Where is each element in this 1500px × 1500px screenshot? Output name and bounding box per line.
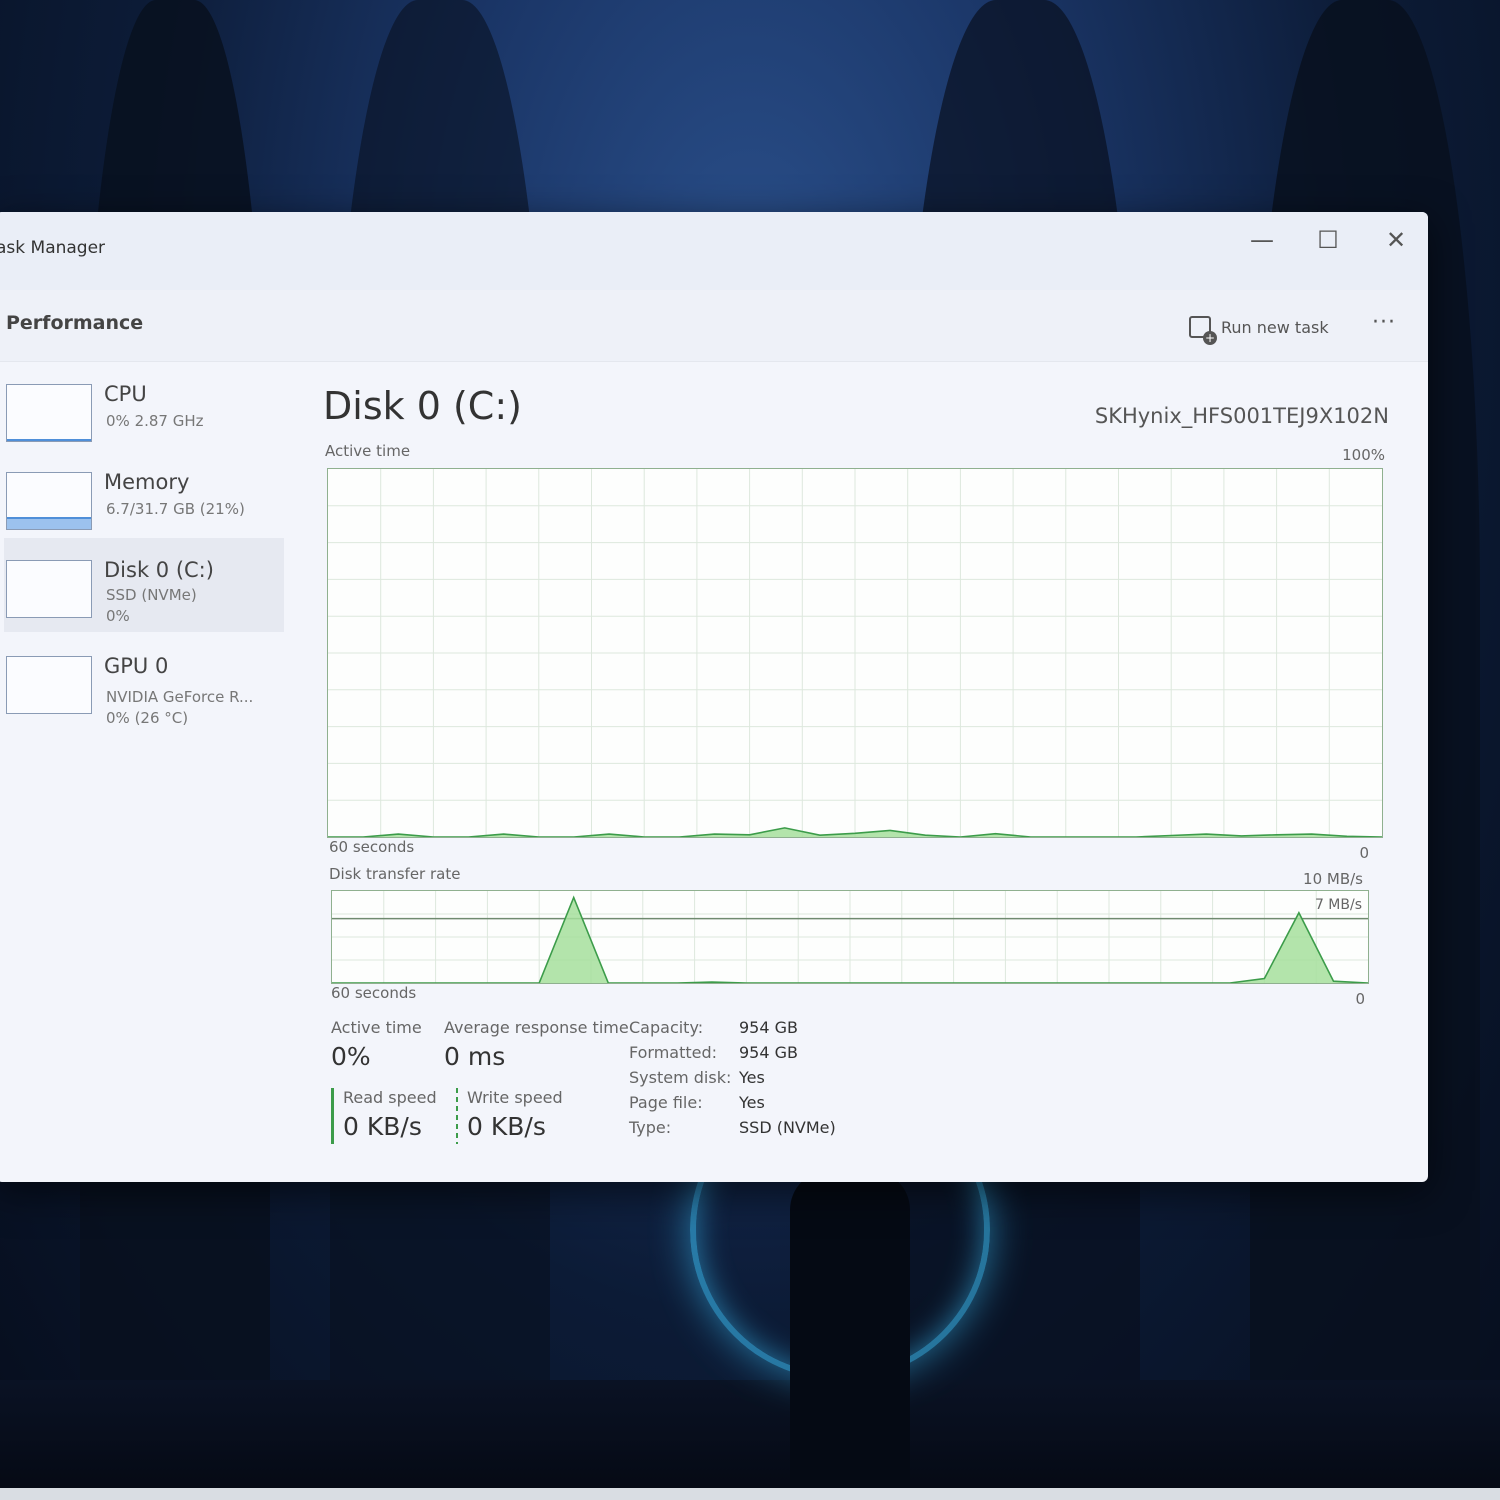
write-speed-label: Write speed xyxy=(467,1088,563,1107)
sidebar-item-name: GPU 0 xyxy=(104,654,169,678)
transfer-rate-chart: 7 MB/s xyxy=(331,890,1369,984)
transfer-rate-chart-max: 10 MB/s xyxy=(1303,870,1363,888)
active-time-graph xyxy=(328,469,1382,837)
sidebar-item-memory[interactable]: Memory 6.7/31.7 GB (21%) xyxy=(4,450,284,540)
property-key: Type: xyxy=(629,1118,672,1137)
window-title: ask Manager xyxy=(0,238,106,258)
sidebar-item-name: Disk 0 (C:) xyxy=(104,558,214,582)
property-row: Page file: Yes xyxy=(629,1093,836,1118)
maximize-button[interactable]: ☐ xyxy=(1310,226,1346,254)
close-button[interactable]: ✕ xyxy=(1378,226,1414,254)
property-value: 954 GB xyxy=(739,1043,798,1062)
taskbar-edge xyxy=(0,1488,1500,1500)
read-speed-value: 0 KB/s xyxy=(343,1112,422,1141)
response-time-value: 0 ms xyxy=(444,1042,506,1071)
wallpaper-figure xyxy=(790,1170,910,1500)
more-options-button[interactable]: ··· xyxy=(1372,310,1396,335)
read-speed-indicator xyxy=(331,1088,334,1144)
property-key: System disk: xyxy=(629,1068,732,1087)
disk-properties: Capacity: 954 GB Formatted: 954 GB System … xyxy=(629,1018,836,1143)
active-time-stat-value: 0% xyxy=(331,1042,371,1071)
active-time-chart-x-label: 60 seconds xyxy=(329,838,415,856)
property-key: Page file: xyxy=(629,1093,703,1112)
property-row: System disk: Yes xyxy=(629,1068,836,1093)
sidebar-item-usage: 0% xyxy=(106,607,130,625)
write-speed-value: 0 KB/s xyxy=(467,1112,546,1141)
disk-model: SKHynix_HFS001TEJ9X102N xyxy=(1094,404,1389,428)
active-time-chart-label: Active time xyxy=(325,442,411,460)
run-new-task-label: Run new task xyxy=(1221,317,1329,337)
property-row: Type: SSD (NVMe) xyxy=(629,1118,836,1143)
sidebar-item-name: Memory xyxy=(104,470,190,494)
sidebar-item-detail: 6.7/31.7 GB (21%) xyxy=(106,500,245,518)
property-key: Formatted: xyxy=(629,1043,718,1062)
sidebar-item-usage: 0% (26 °C) xyxy=(106,709,189,727)
task-manager-window: ask Manager — ☐ ✕ Performance Run new ta… xyxy=(0,212,1428,1182)
run-task-icon xyxy=(1189,316,1217,345)
sidebar-item-detail: NVIDIA GeForce R... xyxy=(106,688,254,706)
wallpaper-ground xyxy=(0,1380,1500,1500)
write-speed-indicator xyxy=(456,1088,458,1144)
sidebar-item-cpu[interactable]: CPU 0% 2.87 GHz xyxy=(4,362,284,452)
cpu-thumbnail-fill xyxy=(7,439,91,441)
read-speed-label: Read speed xyxy=(343,1088,437,1107)
active-time-chart-min: 0 xyxy=(1359,844,1369,862)
transfer-rate-chart-x-label: 60 seconds xyxy=(331,984,417,1002)
minimize-button[interactable]: — xyxy=(1244,226,1280,254)
page-title: Performance xyxy=(6,312,144,334)
cpu-thumbnail-graph xyxy=(6,384,92,442)
property-value: 954 GB xyxy=(739,1018,798,1037)
sidebar-item-disk[interactable]: Disk 0 (C:) SSD (NVMe) 0% xyxy=(4,538,284,632)
active-time-chart xyxy=(327,468,1383,838)
response-time-label: Average response time xyxy=(444,1018,629,1037)
transfer-rate-line-label: 7 MB/s xyxy=(1314,897,1362,913)
gpu-thumbnail-graph xyxy=(6,656,92,714)
title-bar: ask Manager — ☐ ✕ xyxy=(0,212,1428,290)
property-row: Formatted: 954 GB xyxy=(629,1043,836,1068)
memory-thumbnail-graph xyxy=(6,472,92,530)
sidebar-item-detail: 0% 2.87 GHz xyxy=(106,412,204,430)
disk-title: Disk 0 (C:) xyxy=(323,384,522,428)
active-time-stat-label: Active time xyxy=(331,1018,422,1037)
transfer-rate-chart-label: Disk transfer rate xyxy=(329,865,461,883)
property-value: SSD (NVMe) xyxy=(739,1118,836,1137)
transfer-rate-chart-min: 0 xyxy=(1355,990,1365,1008)
sidebar-item-name: CPU xyxy=(104,382,147,406)
disk-thumbnail-graph xyxy=(6,560,92,618)
run-new-task-button[interactable]: Run new task xyxy=(1189,316,1329,345)
sidebar-item-detail: SSD (NVMe) xyxy=(106,586,197,604)
sidebar-item-gpu[interactable]: GPU 0 NVIDIA GeForce R... 0% (26 °C) xyxy=(4,634,284,727)
property-value: Yes xyxy=(739,1093,765,1112)
page-header: Performance Run new task ··· xyxy=(0,290,1428,362)
transfer-rate-graph xyxy=(332,891,1368,983)
property-value: Yes xyxy=(739,1068,765,1087)
property-key: Capacity: xyxy=(629,1018,704,1037)
active-time-chart-max: 100% xyxy=(1342,446,1385,464)
memory-thumbnail-fill xyxy=(7,517,91,529)
property-row: Capacity: 954 GB xyxy=(629,1018,836,1043)
